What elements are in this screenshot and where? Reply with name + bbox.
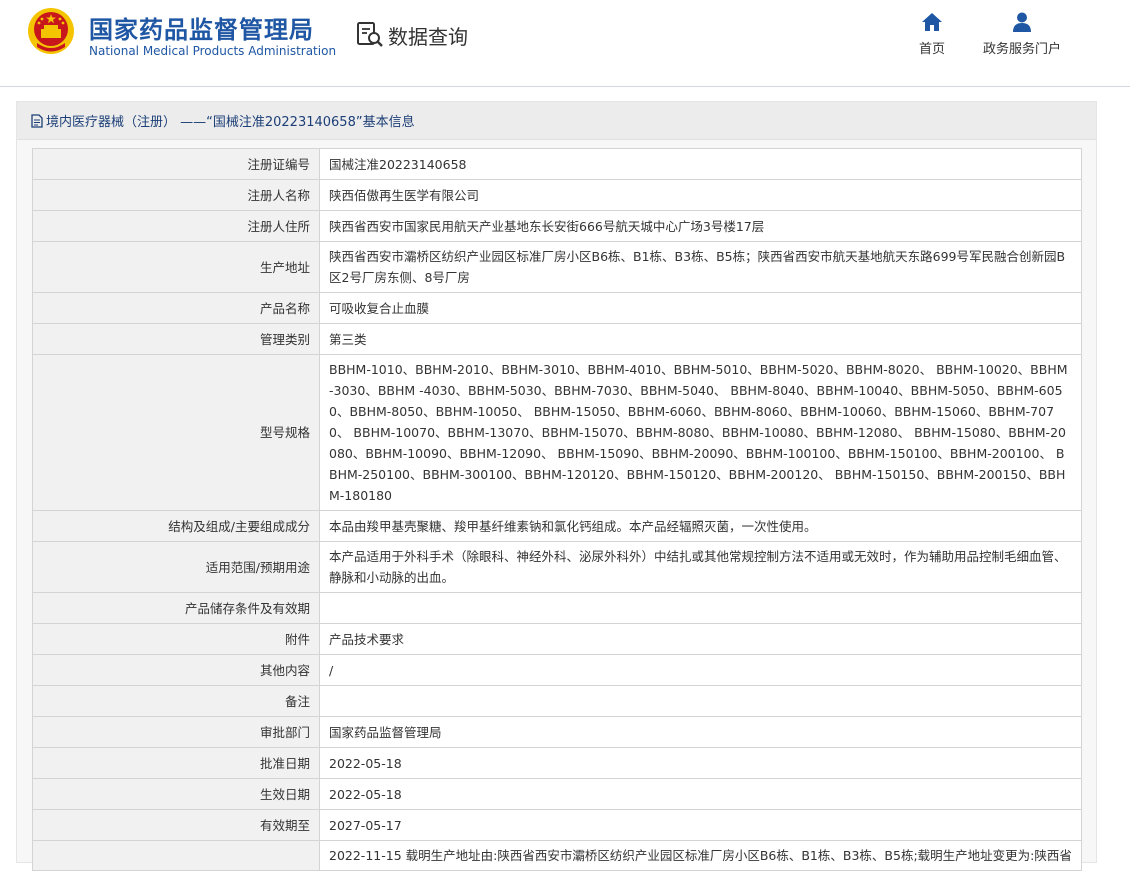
field-value: 陕西省西安市灞桥区纺织产业园区标准厂房小区B6栋、B1栋、B3栋、B5栋；陕西省… — [319, 241, 1082, 293]
field-label: 产品储存条件及有效期 — [32, 592, 320, 624]
table-row: 型号规格 BBHM-1010、BBHM-2010、BBHM-3010、BBHM-… — [32, 354, 1082, 511]
field-value: 产品技术要求 — [319, 623, 1082, 655]
nav-home-label: 首页 — [918, 42, 945, 57]
field-label: 附件 — [32, 623, 320, 655]
field-label: 适用范围/预期用途 — [32, 541, 320, 593]
field-value: / — [319, 654, 1082, 686]
nav-gov-service-portal[interactable]: 政务服务门户 — [980, 12, 1064, 57]
user-icon — [1013, 12, 1031, 32]
field-label: 生产地址 — [32, 241, 320, 293]
site-name-en: National Medical Products Administration — [89, 44, 337, 58]
field-value — [319, 685, 1082, 717]
field-value — [319, 592, 1082, 624]
home-icon — [922, 13, 942, 31]
field-label: 结构及组成/主要组成成分 — [32, 510, 320, 542]
table-row: 产品名称 可吸收复合止血膜 — [32, 292, 1082, 324]
panel-header: 境内医疗器械（注册） ——“国械注准20223140658”基本信息 — [17, 102, 1096, 140]
national-emblem-icon — [28, 8, 74, 54]
field-label — [32, 840, 320, 871]
field-label: 注册人住所 — [32, 210, 320, 242]
table-row: 产品储存条件及有效期 — [32, 592, 1082, 624]
table-row: 有效期至 2027-05-17 — [32, 809, 1082, 841]
table-row: 生效日期 2022-05-18 — [32, 778, 1082, 810]
field-label: 生效日期 — [32, 778, 320, 810]
table-row: 注册人名称 陕西佰傲再生医学有限公司 — [32, 179, 1082, 211]
field-value: 2022-05-18 — [319, 778, 1082, 810]
field-label: 型号规格 — [32, 354, 320, 511]
field-value: 2022-05-18 — [319, 747, 1082, 779]
field-value: BBHM-1010、BBHM-2010、BBHM-3010、BBHM-4010、… — [319, 354, 1082, 511]
data-query-label: 数据查询 — [388, 24, 468, 49]
site-header: 国家药品监督管理局 National Medical Products Admi… — [0, 0, 1130, 87]
table-row: 结构及组成/主要组成成分 本品由羧甲基壳聚糖、羧甲基纤维素钠和氯化钙组成。本产品… — [32, 510, 1082, 542]
field-value: 陕西省西安市国家民用航天产业基地东长安街666号航天城中心广场3号楼17层 — [319, 210, 1082, 242]
table-row: 生产地址 陕西省西安市灞桥区纺织产业园区标准厂房小区B6栋、B1栋、B3栋、B5… — [32, 241, 1082, 293]
field-value: 国家药品监督管理局 — [319, 716, 1082, 748]
table-row: 其他内容 / — [32, 654, 1082, 686]
field-value: 2027-05-17 — [319, 809, 1082, 841]
detail-panel: 境内医疗器械（注册） ——“国械注准20223140658”基本信息 注册证编号… — [16, 101, 1097, 871]
field-label: 产品名称 — [32, 292, 320, 324]
data-search-icon — [357, 22, 383, 47]
nav-home[interactable]: 首页 — [912, 12, 952, 57]
field-value: 本产品适用于外科手术（除眼科、神经外科、泌尿外科外）中结扎或其他常规控制方法不适… — [319, 541, 1082, 593]
field-label: 管理类别 — [32, 323, 320, 355]
registration-info-table: 注册证编号 国械注准20223140658 注册人名称 陕西佰傲再生医学有限公司… — [32, 148, 1082, 871]
field-label: 注册人名称 — [32, 179, 320, 211]
field-label: 备注 — [32, 685, 320, 717]
table-row: 适用范围/预期用途 本产品适用于外科手术（除眼科、神经外科、泌尿外科外）中结扎或… — [32, 541, 1082, 593]
table-row: 批准日期 2022-05-18 — [32, 747, 1082, 779]
panel-title: 境内医疗器械（注册） ——“国械注准20223140658”基本信息 — [46, 115, 415, 130]
table-row: 备注 — [32, 685, 1082, 717]
field-value: 本品由羧甲基壳聚糖、羧甲基纤维素钠和氯化钙组成。本产品经辐照灭菌，一次性使用。 — [319, 510, 1082, 542]
field-value: 2022-11-15 载明生产地址由:陕西省西安市灞桥区纺织产业园区标准厂房小区… — [319, 840, 1082, 871]
data-query-link[interactable]: 数据查询 — [356, 19, 468, 51]
field-label: 其他内容 — [32, 654, 320, 686]
field-value: 陕西佰傲再生医学有限公司 — [319, 179, 1082, 211]
field-label: 批准日期 — [32, 747, 320, 779]
table-row: 注册人住所 陕西省西安市国家民用航天产业基地东长安街666号航天城中心广场3号楼… — [32, 210, 1082, 242]
field-label: 审批部门 — [32, 716, 320, 748]
field-value: 第三类 — [319, 323, 1082, 355]
field-value: 国械注准20223140658 — [319, 148, 1082, 180]
field-label: 有效期至 — [32, 809, 320, 841]
table-row: 2022-11-15 载明生产地址由:陕西省西安市灞桥区纺织产业园区标准厂房小区… — [32, 840, 1082, 871]
nav-portal-label: 政务服务门户 — [982, 42, 1061, 57]
field-label: 注册证编号 — [32, 148, 320, 180]
site-name-cn: 国家药品监督管理局 — [89, 16, 314, 44]
table-row: 注册证编号 国械注准20223140658 — [32, 148, 1082, 180]
table-row: 审批部门 国家药品监督管理局 — [32, 716, 1082, 748]
field-value: 可吸收复合止血膜 — [319, 292, 1082, 324]
table-row: 附件 产品技术要求 — [32, 623, 1082, 655]
table-row: 管理类别 第三类 — [32, 323, 1082, 355]
document-icon — [31, 113, 43, 128]
